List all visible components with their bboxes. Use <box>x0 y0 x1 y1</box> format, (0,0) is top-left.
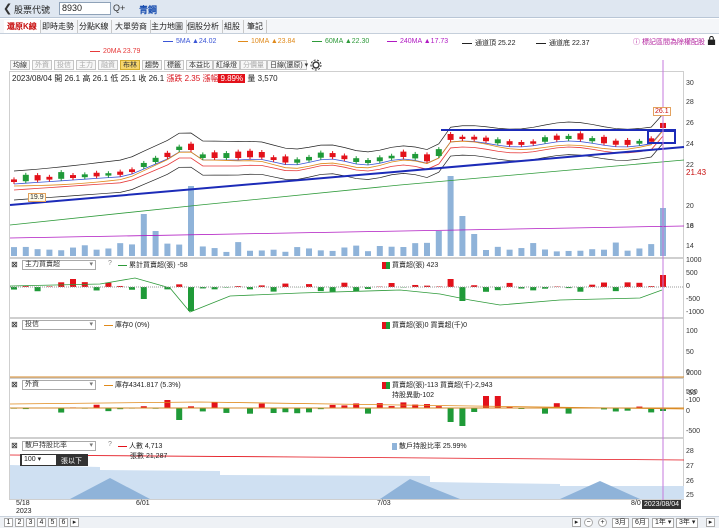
date-tick: 6/01 <box>136 500 150 507</box>
tab-restored-k[interactable]: 還原K線 <box>4 20 41 33</box>
range-3y[interactable]: 3年 ▾ <box>676 518 699 528</box>
price-tick: 20 <box>686 203 694 210</box>
range-1y[interactable]: 1年 ▾ <box>652 518 675 528</box>
main-force-frame <box>9 258 684 318</box>
ma-240: 240MA ▲17.73 <box>387 38 448 45</box>
crosshair-date: 2023/08/04 <box>642 500 682 509</box>
date-tick: 8/0 <box>631 500 641 507</box>
zoom-out-icon[interactable]: − <box>584 518 593 527</box>
tab-big-orders[interactable]: 大單勞商 <box>112 20 151 33</box>
close-icon[interactable]: ⊠ <box>11 380 18 389</box>
legend-retail-ratio: 散戶持股比率 25.99% <box>392 441 467 451</box>
help-icon[interactable]: ? <box>108 441 112 448</box>
legend-buy-sell: 買賣超(張) 423 <box>382 260 438 270</box>
bottom-bar: 1 2 3 4 5 6 ▸ ▸ − + 3月 6月 1年 ▾ 3年 ▾ ▸ <box>0 516 719 528</box>
toggle-margin[interactable]: 融資 <box>98 60 118 70</box>
legend-buy-sell: 買賣超(張)-113 買賣超(千)-2,943 <box>382 380 493 390</box>
toggle-ma[interactable]: 均線 <box>10 60 30 70</box>
toggle-foreign[interactable]: 外資 <box>32 60 52 70</box>
tab-stock-analysis[interactable]: 個股分析 <box>184 20 223 33</box>
current-price-label: 21.43 <box>686 168 707 177</box>
date-tick: 7/03 <box>377 500 391 507</box>
toggle-trend[interactable]: 趨勢 <box>142 60 162 70</box>
scroll-end-icon[interactable]: ▸ <box>706 518 715 527</box>
holders-select[interactable]: 散戶持股比率 ▾ <box>22 441 96 451</box>
tab-bar: 還原K線 即時走勢 分點K線 大單勞商 主力地圖 個股分析 組股 筆記 <box>0 19 719 34</box>
price-tick: 28 <box>686 99 694 106</box>
stock-code-input[interactable]: 8930 <box>59 2 111 15</box>
lock-icon[interactable] <box>707 36 716 45</box>
legend-shares: 張數 21,287 <box>130 453 168 460</box>
legend-holding-change: 持股異動-102 <box>392 392 435 399</box>
period-select[interactable]: 日線(還原) ▾ <box>267 60 308 70</box>
date-tick: 5/18 <box>16 500 30 507</box>
legend-cumulative: 累計買賣超(張) -58 <box>118 260 188 270</box>
top-bar: ❮ 股票代號 8930 Q+ 青鋼 <box>0 0 719 18</box>
date-axis: 5/18 2023 6/01 7/03 8/0 <box>9 500 684 515</box>
tab-notes[interactable]: 筆記 <box>244 20 267 33</box>
page-next-icon[interactable]: ▸ <box>70 518 79 527</box>
tab-main-force-map[interactable]: 主力地圖 <box>148 20 187 33</box>
scroll-right-icon[interactable]: ▸ <box>572 518 581 527</box>
date-year: 2023 <box>16 508 32 515</box>
range-6m[interactable]: 6月 <box>632 518 649 528</box>
price-tick: 24 <box>686 141 694 148</box>
main-force-select[interactable]: 主力買賣超 ▾ <box>22 260 96 270</box>
holders-filter: 100 ▾ 張以下 <box>20 454 88 466</box>
low-callout: 19.9 <box>28 193 46 202</box>
ex-rights-notice: ⓘ 標記區間為除權配股 <box>633 39 705 46</box>
legend-inventory: 庫存4341.817 (5.3%) <box>104 380 181 390</box>
range-3m[interactable]: 3月 <box>612 518 629 528</box>
chevron-left-icon[interactable]: ❮ <box>3 2 12 15</box>
toggle-pe[interactable]: 本益比 <box>186 60 213 70</box>
toggle-main-force[interactable]: 主力 <box>76 60 96 70</box>
legend-inventory: 庫存0 (0%) <box>104 320 150 330</box>
ma-20: 20MA 23.79 <box>90 48 140 55</box>
legend-people: 人數 4,713 <box>118 441 162 451</box>
price-tick: 14 <box>686 243 694 250</box>
page-button[interactable]: 5 <box>48 518 57 527</box>
holders-filter-label: 張以下 <box>61 458 82 465</box>
page-button[interactable]: 3 <box>26 518 35 527</box>
ma-legend-row-2: 20MA 23.79 <box>0 46 719 58</box>
stock-name: 青鋼 <box>139 5 158 15</box>
price-tick: 16 <box>686 223 694 230</box>
close-icon[interactable]: ⊠ <box>11 260 18 269</box>
tab-realtime[interactable]: 即時走勢 <box>39 20 78 33</box>
ma-60: 60MA ▲22.30 <box>312 38 369 45</box>
close-icon[interactable]: ⊠ <box>11 441 18 450</box>
toggle-label[interactable]: 標籤 <box>164 60 184 70</box>
page-button[interactable]: 6 <box>59 518 68 527</box>
zoom-in-icon[interactable]: + <box>598 518 607 527</box>
toggle-price-volume[interactable]: 分價量 <box>240 60 267 70</box>
page-button[interactable]: 1 <box>4 518 13 527</box>
search-icon[interactable]: Q+ <box>113 3 125 13</box>
toggle-trust[interactable]: 投信 <box>54 60 74 70</box>
stock-code-label: 股票代號 <box>14 5 51 15</box>
price-tick: 30 <box>686 80 694 87</box>
trust-select[interactable]: 投信 ▾ <box>22 320 96 330</box>
high-callout: 26.1 <box>653 107 671 116</box>
legend-buy-sell: 買賣超(張)0 買賣超(千)0 <box>382 320 467 330</box>
page-button[interactable]: 2 <box>15 518 24 527</box>
tab-tick-k[interactable]: 分點K線 <box>76 20 113 33</box>
toggle-bollinger[interactable]: 布林 <box>120 60 140 70</box>
toggle-traffic-light[interactable]: 紅綠燈 <box>213 60 240 70</box>
price-chart-frame <box>9 71 684 258</box>
tab-group[interactable]: 組股 <box>221 20 244 33</box>
holders-filter-select[interactable]: 100 ▾ <box>22 455 56 465</box>
ma-10: 10MA ▲23.84 <box>238 38 295 45</box>
price-tick: 26 <box>686 120 694 127</box>
ma-5: 5MA ▲24.02 <box>163 38 216 45</box>
page-button[interactable]: 4 <box>37 518 46 527</box>
close-icon[interactable]: ⊠ <box>11 320 18 329</box>
foreign-select[interactable]: 外資 ▾ <box>22 380 96 390</box>
help-icon[interactable]: ? <box>108 260 112 267</box>
gear-icon[interactable] <box>310 59 322 71</box>
